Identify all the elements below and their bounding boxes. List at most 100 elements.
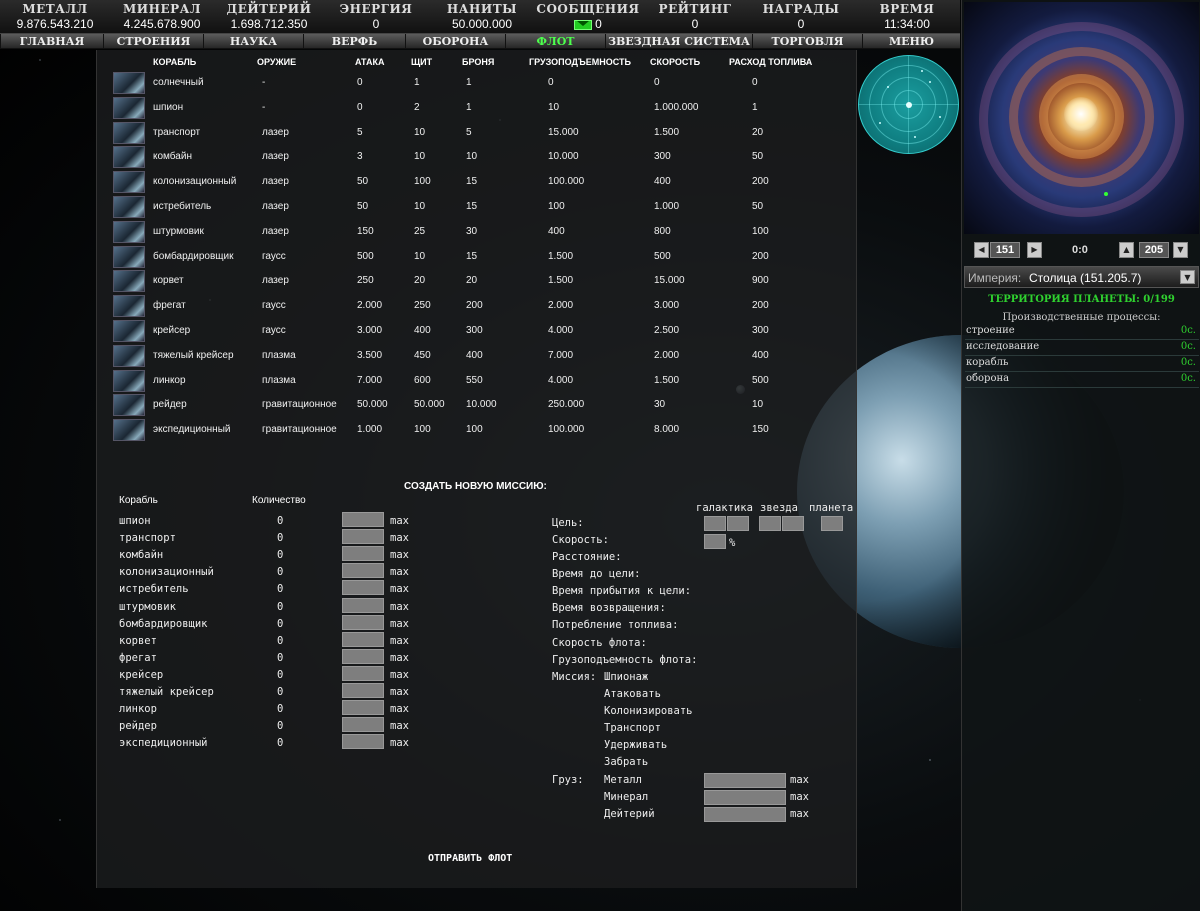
target-star-input-a[interactable] — [759, 516, 781, 531]
ship-cell: 1.000 — [654, 201, 680, 212]
mission-ship-max-link[interactable]: max — [390, 583, 409, 595]
mission-ship-quantity-input[interactable] — [342, 700, 384, 716]
mission-ship-quantity-input[interactable] — [342, 683, 384, 698]
nav-fleet[interactable]: ФЛОТ — [505, 34, 605, 49]
mission-ship-available: 0 — [277, 686, 284, 698]
cargo-mineral-max[interactable]: max — [790, 791, 809, 803]
ship-icon — [113, 419, 145, 442]
ship-cell: комбайн — [153, 151, 192, 163]
cargo-metal-max[interactable]: max — [790, 774, 809, 786]
cargo-mineral-input[interactable] — [704, 790, 786, 805]
galaxy-image[interactable] — [964, 2, 1199, 234]
mission-ship-max-link[interactable]: max — [390, 618, 409, 630]
mission-ship-available: 0 — [277, 515, 284, 527]
ship-cell: 1 — [466, 77, 472, 88]
mission-ship-name: транспорт — [119, 532, 176, 545]
system-down-icon[interactable]: ▼ — [1173, 242, 1188, 258]
mission-ship-quantity-input[interactable] — [342, 614, 384, 630]
mission-ship-max-link[interactable]: max — [390, 686, 409, 698]
mission-ship-max-link[interactable]: max — [390, 566, 409, 578]
mission-ship-quantity-input[interactable] — [342, 563, 384, 579]
mission-ship-max-link[interactable]: max — [390, 720, 409, 732]
mission-option-espionage[interactable]: Шпионаж — [604, 671, 648, 683]
mission-ship-max-link[interactable]: max — [390, 549, 409, 561]
ship-cell: гаусс — [262, 300, 286, 312]
system-up-icon[interactable]: ▲ — [1119, 242, 1134, 258]
nav-menu[interactable]: МЕНЮ — [862, 34, 960, 49]
mission-ship-quantity-input[interactable] — [342, 580, 384, 596]
target-galaxy-input-b[interactable] — [727, 516, 749, 531]
cargo-deuterium-input[interactable] — [704, 807, 786, 822]
prev-galaxy-icon[interactable]: ◀ — [974, 242, 989, 258]
speed-label: Скорость: — [552, 534, 609, 546]
nav-main[interactable]: ГЛАВНАЯ — [0, 34, 103, 49]
mission-ship-max-link[interactable]: max — [390, 532, 409, 544]
mission-ship-quantity-input[interactable] — [342, 546, 384, 562]
cargo-deuterium-max[interactable]: max — [790, 808, 809, 820]
mission-title: СОЗДАТЬ НОВУЮ МИССИЮ: — [404, 481, 547, 492]
mission-option-colonize[interactable]: Колонизировать — [604, 705, 693, 717]
mission-ship-available: 0 — [277, 737, 284, 750]
process-name: оборона — [966, 373, 1010, 384]
mission-ship-quantity-input[interactable] — [342, 597, 384, 613]
mission-ship-max-link[interactable]: max — [390, 515, 409, 527]
messages-indicator[interactable]: СООБЩЕНИЯ 0 — [533, 2, 643, 31]
col-header-attack: АТАКА — [355, 57, 385, 67]
next-galaxy-icon[interactable]: ▶ — [1027, 242, 1042, 258]
mission-ship-quantity-input[interactable] — [342, 717, 384, 733]
empire-selector[interactable]: Империя: Столица (151.205.7) ▼ — [964, 266, 1199, 288]
galaxy-number[interactable]: 151 — [990, 242, 1020, 258]
coord-header-planet: планета — [809, 502, 854, 514]
mission-option-hold[interactable]: Удерживать — [604, 739, 667, 751]
radar-map[interactable] — [858, 55, 959, 154]
ship-cell: 30 — [466, 225, 478, 237]
mission-ship-quantity-input[interactable] — [342, 512, 384, 527]
target-planet-input[interactable] — [821, 516, 843, 531]
nav-shipyard[interactable]: ВЕРФЬ — [303, 34, 405, 49]
nav-trade[interactable]: ТОРГОВЛЯ — [752, 34, 862, 49]
target-star-input-b[interactable] — [782, 516, 804, 531]
mission-ship-quantity-input[interactable] — [342, 631, 384, 647]
mission-ship-max-link[interactable]: max — [390, 635, 409, 647]
send-fleet-button[interactable]: ОТПРАВИТЬ ФЛОТ — [428, 853, 512, 864]
mission-ship-max-link[interactable]: max — [390, 669, 409, 681]
mission-ship-quantity-input[interactable] — [342, 529, 384, 545]
nav-research[interactable]: НАУКА — [203, 34, 303, 49]
mission-ship-max-link[interactable]: max — [390, 737, 409, 749]
mission-option-attack[interactable]: Атаковать — [604, 688, 661, 700]
ship-cell: 100 — [466, 424, 483, 436]
mission-ship-quantity-input[interactable] — [342, 665, 384, 681]
main-nav: ГЛАВНАЯ СТРОЕНИЯ НАУКА ВЕРФЬ ОБОРОНА ФЛО… — [0, 34, 960, 49]
ship-cell: истребитель — [153, 201, 212, 212]
mission-option-collect[interactable]: Забрать — [604, 756, 648, 768]
mission-ship-available: 0 — [277, 703, 284, 716]
ship-cell: 500 — [357, 250, 374, 262]
col-header-armor: БРОНЯ — [462, 57, 495, 67]
system-number[interactable]: 205 — [1139, 242, 1169, 258]
mission-ship-max-link[interactable]: max — [390, 601, 409, 613]
nav-buildings[interactable]: СТРОЕНИЯ — [103, 34, 203, 49]
speed-input[interactable] — [704, 534, 726, 549]
ship-cell: 10 — [414, 126, 426, 138]
mission-ship-quantity-input[interactable] — [342, 648, 384, 664]
mission-label: Миссия: — [552, 671, 597, 683]
cargo-metal-input[interactable] — [704, 773, 786, 788]
nav-star-system[interactable]: ЗВЕЗДНАЯ СИСТЕМА — [605, 34, 752, 49]
messages-count: 0 — [595, 17, 602, 31]
nav-defense[interactable]: ОБОРОНА — [405, 34, 505, 49]
mission-ship-max-link[interactable]: max — [390, 703, 409, 715]
chevron-down-icon[interactable]: ▼ — [1180, 270, 1195, 284]
envelope-icon[interactable] — [574, 19, 593, 30]
ship-cell: 15 — [466, 250, 478, 262]
ship-cell: 1.500 — [548, 275, 574, 287]
mission-option-transport[interactable]: Транспорт — [604, 722, 661, 734]
ship-cell: колонизационный — [153, 176, 237, 188]
target-galaxy-input-a[interactable] — [704, 516, 726, 531]
process-name: корабль — [966, 357, 1009, 368]
mission-ship-max-link[interactable]: max — [390, 652, 409, 664]
ship-icon — [113, 369, 145, 392]
mission-ship-quantity-input[interactable] — [342, 734, 384, 750]
ship-cell: штурмовик — [153, 225, 204, 237]
planet-territory: ТЕРРИТОРИЯ ПЛАНЕТЫ: 0/199 — [988, 294, 1175, 305]
ship-cell: 0 — [357, 77, 363, 88]
